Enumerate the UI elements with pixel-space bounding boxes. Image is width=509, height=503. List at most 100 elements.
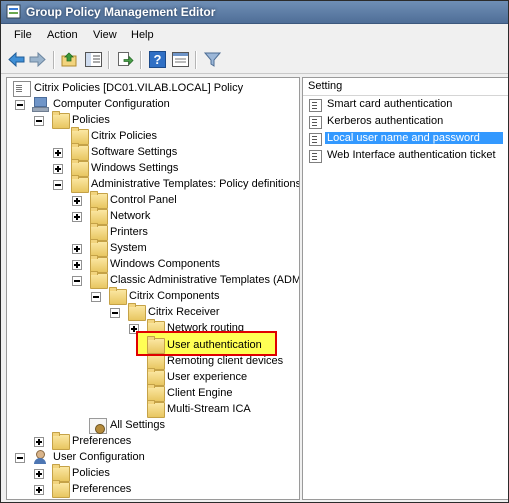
folder-icon xyxy=(128,303,146,321)
tree-node[interactable]: Citrix Components xyxy=(7,287,297,305)
filter-icon[interactable] xyxy=(203,50,222,69)
setting-label: Smart card authentication xyxy=(327,98,453,110)
tree-node-label: Network xyxy=(110,210,151,222)
folder-icon xyxy=(109,287,127,305)
setting-row[interactable]: Web Interface authentication ticket xyxy=(309,148,505,164)
folder-icon xyxy=(90,271,108,289)
tree-node-label: Citrix Policies xyxy=(91,130,158,142)
tree-node[interactable]: User experience xyxy=(7,368,297,386)
menu-help[interactable]: Help xyxy=(131,29,154,41)
expand-plus-icon[interactable] xyxy=(34,437,44,447)
computer-icon xyxy=(32,97,49,112)
column-header-setting[interactable]: Setting xyxy=(303,78,508,96)
svg-text:?: ? xyxy=(154,52,162,67)
folder-icon xyxy=(71,175,89,193)
expand-plus-icon[interactable] xyxy=(34,485,44,495)
properties-icon[interactable] xyxy=(171,50,190,69)
tree-node[interactable]: Administrative Templates: Policy definit… xyxy=(7,175,300,193)
tree-node-label: Remoting client devices xyxy=(167,355,284,367)
toolbar-separator xyxy=(108,51,110,69)
tree-node[interactable]: Preferences xyxy=(7,432,297,450)
forward-icon[interactable] xyxy=(28,50,47,69)
setting-label: Kerberos authentication xyxy=(327,115,444,127)
tree-node-label: All Settings xyxy=(110,419,166,431)
tree-node-label: Windows Settings xyxy=(91,162,179,174)
tree-node[interactable]: Computer Configuration xyxy=(7,96,297,112)
menu-file[interactable]: File xyxy=(14,29,32,41)
collapse-minus-icon[interactable] xyxy=(110,308,120,318)
menu-view[interactable]: View xyxy=(93,29,117,41)
expand-plus-icon[interactable] xyxy=(53,164,63,174)
expand-plus-icon[interactable] xyxy=(53,148,63,158)
help-icon[interactable]: ? xyxy=(148,50,167,69)
tree-node-label: Client Engine xyxy=(167,387,233,399)
window-title: Group Policy Management Editor xyxy=(26,5,216,19)
tree-node[interactable]: Network xyxy=(7,207,297,225)
main-window: Group Policy Management Editor File Acti… xyxy=(0,0,509,503)
settings-list[interactable]: Setting Smart card authentication Kerbero… xyxy=(302,77,508,500)
user-icon xyxy=(32,450,48,464)
tree-node[interactable]: Preferences xyxy=(7,480,297,498)
tree-node-label: Preferences xyxy=(72,483,132,495)
show-hide-tree-icon[interactable] xyxy=(84,50,103,69)
collapse-minus-icon[interactable] xyxy=(72,276,82,286)
tree-node-label: Policies xyxy=(72,467,110,479)
tree-node[interactable]: Policies xyxy=(7,464,297,482)
tree-node[interactable]: Windows Settings xyxy=(7,159,297,177)
tree-node[interactable]: Software Settings xyxy=(7,143,297,161)
menu-bar: File Action View Help xyxy=(1,24,508,46)
console-tree[interactable]: Citrix Policies [DC01.VILAB.LOCAL] Polic… xyxy=(6,77,300,500)
setting-icon xyxy=(309,133,322,146)
expand-plus-icon[interactable] xyxy=(72,260,82,270)
collapse-minus-icon[interactable] xyxy=(53,180,63,190)
tree-node-label: Preferences xyxy=(72,435,132,447)
menu-action[interactable]: Action xyxy=(47,29,78,41)
setting-row[interactable]: Local user name and password xyxy=(309,131,505,147)
setting-icon xyxy=(309,116,322,129)
tree-node[interactable]: Client Engine xyxy=(7,384,297,402)
all-settings-icon xyxy=(89,418,107,434)
collapse-minus-icon[interactable] xyxy=(34,116,44,126)
collapse-minus-icon[interactable] xyxy=(15,453,25,463)
tree-node[interactable]: User authentication xyxy=(7,336,297,354)
expand-plus-icon[interactable] xyxy=(72,244,82,254)
tree-node[interactable]: Citrix Receiver xyxy=(7,303,297,321)
expand-plus-icon[interactable] xyxy=(72,196,82,206)
tree-node-label: User authentication xyxy=(167,339,262,351)
tree-node[interactable]: Printers xyxy=(7,223,297,241)
tree-node[interactable]: User Configuration xyxy=(7,449,297,465)
tree-node[interactable]: Control Panel xyxy=(7,191,297,209)
tree-node[interactable]: System xyxy=(7,239,297,257)
collapse-minus-icon[interactable] xyxy=(15,100,25,110)
tree-node[interactable]: Multi-Stream ICA xyxy=(7,400,297,418)
title-bar[interactable]: Group Policy Management Editor xyxy=(1,1,508,24)
policy-doc-icon xyxy=(13,81,31,97)
tree-node[interactable]: Classic Administrative Templates (ADM) xyxy=(7,271,299,289)
up-folder-icon[interactable] xyxy=(60,50,79,69)
tree-node[interactable]: Citrix Policies [DC01.VILAB.LOCAL] Polic… xyxy=(7,80,297,97)
tree-node[interactable]: Policies xyxy=(7,111,297,129)
expand-plus-icon[interactable] xyxy=(34,469,44,479)
folder-icon xyxy=(52,432,70,450)
folder-icon xyxy=(147,400,165,418)
tree-node[interactable]: Citrix Policies xyxy=(7,127,297,145)
folder-icon xyxy=(52,480,70,498)
folder-icon xyxy=(52,111,70,129)
expand-plus-icon[interactable] xyxy=(72,212,82,222)
export-list-icon[interactable] xyxy=(116,50,135,69)
collapse-minus-icon[interactable] xyxy=(91,292,101,302)
tree-node[interactable]: Windows Components xyxy=(7,255,297,273)
tree-node-label: Administrative Templates: Policy definit… xyxy=(91,178,300,190)
setting-row[interactable]: Smart card authentication xyxy=(309,97,505,113)
tree-node-label: Policies xyxy=(72,114,110,126)
tree-node-label: Citrix Receiver xyxy=(148,306,220,318)
toolbar: ? xyxy=(1,47,508,74)
toolbar-separator xyxy=(53,51,55,69)
back-icon[interactable] xyxy=(7,50,26,69)
tree-node[interactable]: All Settings xyxy=(7,417,297,434)
tree-node-label: System xyxy=(110,242,147,254)
tree-node-label: Citrix Components xyxy=(129,290,220,302)
setting-row[interactable]: Kerberos authentication xyxy=(309,114,505,130)
tree-node-label: Computer Configuration xyxy=(53,98,170,110)
tree-node-label: Software Settings xyxy=(91,146,178,158)
